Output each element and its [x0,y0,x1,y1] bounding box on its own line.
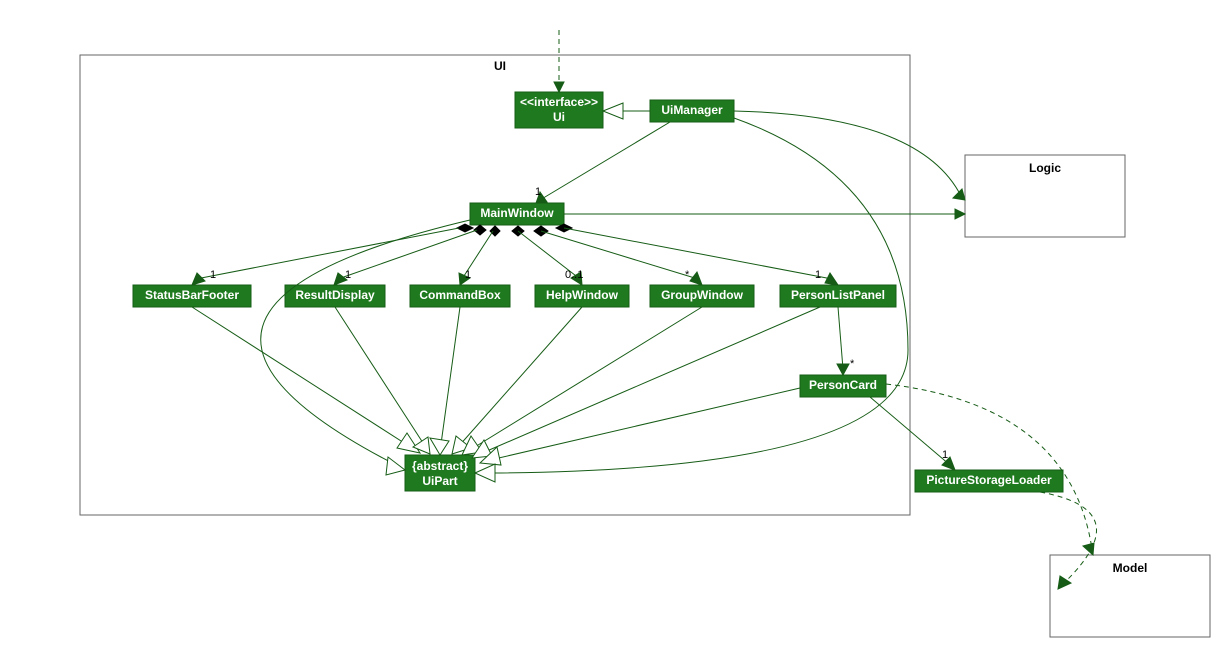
edge-gw-uipart [470,307,702,450]
edge-plp-pc [838,307,843,369]
gen-mw-uipart [386,457,405,475]
class-mainwindow-label: MainWindow [480,206,554,220]
edge-uimanager-logic [734,111,961,196]
mult-hw: 0..1 [565,269,583,281]
diamond-cb [490,226,500,236]
gen-uim-uipart [475,464,495,482]
class-uipart-stereo: {abstract} [412,459,468,473]
class-groupwindow-label: GroupWindow [661,288,744,302]
class-uipart-name: UiPart [422,474,457,488]
edge-psl-model [1040,492,1096,584]
mult-gw: * [685,269,690,281]
edge-uimanager-mainwindow [540,122,670,200]
class-ui-name: Ui [553,110,565,124]
class-ui-stereo: <<interface>> [520,95,598,109]
class-commandbox-label: CommandBox [419,288,501,302]
arrow-external-ui [554,82,564,92]
arrow-mw-plp [825,273,838,285]
edge-pc-model [886,384,1092,549]
edge-plp-uipart [480,307,820,454]
arrow-mw-gw [690,272,702,285]
mult-uimanager-mainwindow: 1 [535,186,541,198]
edge-pc-uipart [490,388,800,460]
mult-sbf: 1 [210,269,216,281]
package-model-label: Model [1113,561,1148,575]
package-logic-label: Logic [1029,161,1061,175]
arrow-uimanager-logic [953,189,965,200]
class-statusbarfooter-label: StatusBarFooter [145,288,239,302]
package-ui-label: UI [494,59,506,73]
class-personlistpanel-label: PersonListPanel [791,288,885,302]
gen-cb-uipart [430,438,449,455]
uml-diagram: UI Logic Model <<interface>> Ui UiManage… [0,0,1216,648]
class-helpwindow-label: HelpWindow [546,288,619,302]
mult-rd: 1 [345,269,351,281]
mult-plp: 1 [815,269,821,281]
edge-mw-rd [338,230,477,279]
class-uimanager-label: UiManager [661,103,723,117]
edge-mw-plp [564,228,832,279]
class-resultdisplay-label: ResultDisplay [295,288,375,302]
arrow-mainwindow-logic [955,209,965,219]
edge-sbf-uipart [192,307,412,448]
edge-mw-uipart [261,220,470,467]
mult-cb: 1 [465,269,471,281]
arrow-plp-pc [837,364,849,375]
arrow-uimanager-ui [603,103,623,119]
arrow-mw-sbf [192,273,205,285]
arrow-pc-model [1083,543,1094,555]
edge-rd-uipart [335,307,425,446]
class-picturestorageloader-label: PictureStorageLoader [926,473,1052,487]
mult-plp-pc: * [850,358,855,370]
edge-cb-uipart [441,307,460,444]
class-personcard-label: PersonCard [809,378,877,392]
edge-hw-uipart [458,307,582,447]
edge-mw-sbf [196,228,459,279]
mult-pc-psl: 1 [942,449,948,461]
gen-sbf-uipart [397,433,420,453]
